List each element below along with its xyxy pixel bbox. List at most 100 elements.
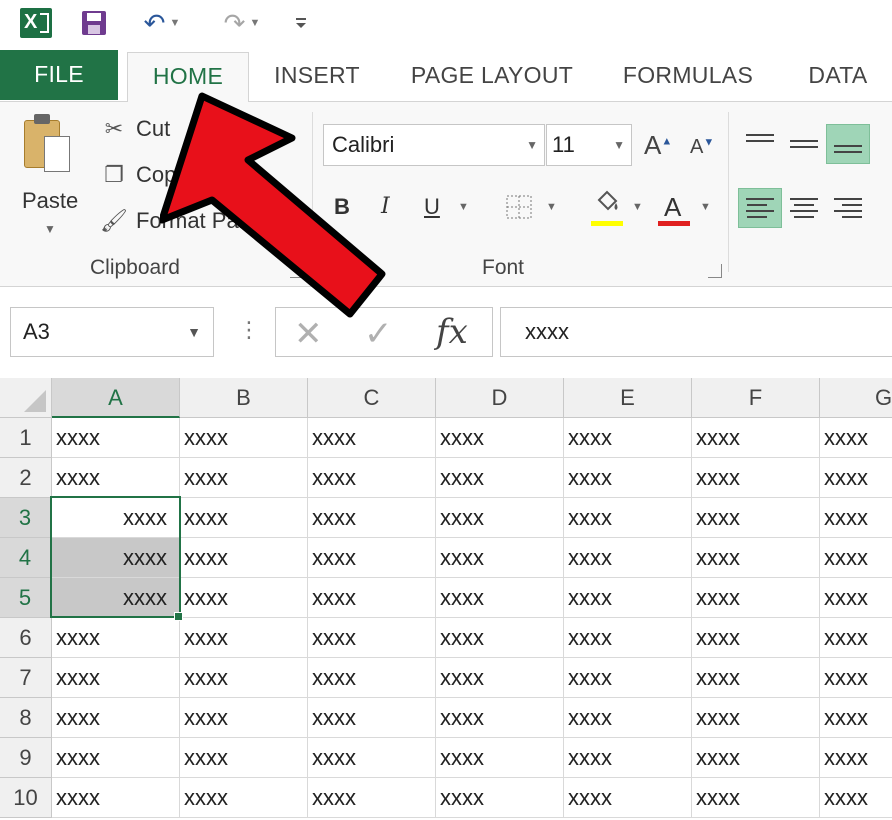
cell-d4[interactable]: xxxx <box>436 538 564 578</box>
cell-d8[interactable]: xxxx <box>436 698 564 738</box>
customize-qat-icon[interactable] <box>290 6 312 40</box>
column-header-g[interactable]: G <box>820 378 892 418</box>
cell-e7[interactable]: xxxx <box>564 658 692 698</box>
cell-c9[interactable]: xxxx <box>308 738 436 778</box>
cell-a10[interactable]: xxxx <box>52 778 180 818</box>
cell-c7[interactable]: xxxx <box>308 658 436 698</box>
cell-g2[interactable]: xxxx <box>820 458 892 498</box>
chevron-down-icon[interactable]: ▼ <box>187 308 201 356</box>
row-header-3[interactable]: 3 <box>0 498 52 538</box>
cell-f1[interactable]: xxxx <box>692 418 820 458</box>
font-name-combobox[interactable]: Calibri ▼ <box>323 124 545 166</box>
cell-c8[interactable]: xxxx <box>308 698 436 738</box>
chevron-down-icon[interactable]: ▼ <box>169 17 180 29</box>
fill-handle[interactable] <box>174 612 183 621</box>
increase-font-size-icon[interactable]: A▲ <box>644 130 672 161</box>
cell-d10[interactable]: xxxx <box>436 778 564 818</box>
cell-e10[interactable]: xxxx <box>564 778 692 818</box>
cell-d3[interactable]: xxxx <box>436 498 564 538</box>
chevron-down-icon[interactable]: ▼ <box>458 190 469 224</box>
cell-c5[interactable]: xxxx <box>308 578 436 618</box>
cell-a5[interactable]: xxxx <box>52 578 180 618</box>
cell-f4[interactable]: xxxx <box>692 538 820 578</box>
row-header-5[interactable]: 5 <box>0 578 52 618</box>
copy-button[interactable]: ❐ Copy <box>98 158 187 192</box>
formula-bar-grip-icon[interactable]: ⋮ <box>238 317 260 343</box>
cell-a8[interactable]: xxxx <box>52 698 180 738</box>
align-top-icon[interactable] <box>738 118 782 158</box>
tab-page-layout[interactable]: PAGE LAYOUT <box>404 52 580 102</box>
cell-f9[interactable]: xxxx <box>692 738 820 778</box>
bold-button[interactable]: B <box>334 190 350 224</box>
cell-b8[interactable]: xxxx <box>180 698 308 738</box>
align-bottom-icon[interactable] <box>826 124 870 164</box>
row-header-8[interactable]: 8 <box>0 698 52 738</box>
cell-g10[interactable]: xxxx <box>820 778 892 818</box>
chevron-down-icon[interactable]: ▼ <box>526 125 538 165</box>
row-header-1[interactable]: 1 <box>0 418 52 458</box>
cell-d2[interactable]: xxxx <box>436 458 564 498</box>
cell-a1[interactable]: xxxx <box>52 418 180 458</box>
row-header-2[interactable]: 2 <box>0 458 52 498</box>
column-header-a[interactable]: A <box>52 378 180 418</box>
cell-f8[interactable]: xxxx <box>692 698 820 738</box>
fill-color-icon[interactable] <box>591 186 623 220</box>
cell-b9[interactable]: xxxx <box>180 738 308 778</box>
save-icon[interactable] <box>78 6 110 40</box>
cell-e2[interactable]: xxxx <box>564 458 692 498</box>
cell-e8[interactable]: xxxx <box>564 698 692 738</box>
cancel-icon[interactable]: ✕ <box>294 314 323 354</box>
decrease-font-size-icon[interactable]: A▼ <box>690 136 714 159</box>
cell-c3[interactable]: xxxx <box>308 498 436 538</box>
cell-f6[interactable]: xxxx <box>692 618 820 658</box>
column-header-c[interactable]: C <box>308 378 436 418</box>
cell-d7[interactable]: xxxx <box>436 658 564 698</box>
cell-a9[interactable]: xxxx <box>52 738 180 778</box>
column-header-f[interactable]: F <box>692 378 820 418</box>
cell-f2[interactable]: xxxx <box>692 458 820 498</box>
column-header-b[interactable]: B <box>180 378 308 418</box>
undo-button[interactable]: ↶ ▼ <box>134 6 190 40</box>
align-center-icon[interactable] <box>782 188 826 228</box>
cell-g7[interactable]: xxxx <box>820 658 892 698</box>
paste-button[interactable]: Paste ▼ <box>14 114 88 244</box>
tab-file[interactable]: FILE <box>0 50 118 100</box>
chevron-down-icon[interactable]: ▼ <box>613 125 625 165</box>
cell-b4[interactable]: xxxx <box>180 538 308 578</box>
cell-a3[interactable]: xxxx <box>52 498 180 538</box>
font-launcher-icon[interactable] <box>708 264 722 278</box>
cell-g6[interactable]: xxxx <box>820 618 892 658</box>
cell-g9[interactable]: xxxx <box>820 738 892 778</box>
align-middle-icon[interactable] <box>782 124 826 164</box>
cell-c2[interactable]: xxxx <box>308 458 436 498</box>
cell-e1[interactable]: xxxx <box>564 418 692 458</box>
chevron-down-icon[interactable]: ▼ <box>632 190 643 224</box>
cell-c10[interactable]: xxxx <box>308 778 436 818</box>
tab-insert[interactable]: INSERT <box>270 52 364 102</box>
row-header-6[interactable]: 6 <box>0 618 52 658</box>
borders-icon[interactable] <box>505 194 533 228</box>
cell-d1[interactable]: xxxx <box>436 418 564 458</box>
column-header-d[interactable]: D <box>436 378 564 418</box>
cell-e9[interactable]: xxxx <box>564 738 692 778</box>
enter-icon[interactable]: ✓ <box>364 314 393 354</box>
tab-data[interactable]: DATA <box>800 52 876 102</box>
underline-button[interactable]: U <box>424 190 440 224</box>
cell-g5[interactable]: xxxx <box>820 578 892 618</box>
cell-c6[interactable]: xxxx <box>308 618 436 658</box>
chevron-down-icon[interactable]: ▼ <box>249 17 260 29</box>
name-box[interactable]: A3 ▼ <box>10 307 214 357</box>
cell-g3[interactable]: xxxx <box>820 498 892 538</box>
cell-c1[interactable]: xxxx <box>308 418 436 458</box>
tab-formulas[interactable]: FORMULAS <box>618 52 758 102</box>
cell-b1[interactable]: xxxx <box>180 418 308 458</box>
cell-d5[interactable]: xxxx <box>436 578 564 618</box>
select-all-button[interactable] <box>0 378 52 418</box>
cell-e3[interactable]: xxxx <box>564 498 692 538</box>
chevron-down-icon[interactable]: ▼ <box>546 190 557 224</box>
cell-a7[interactable]: xxxx <box>52 658 180 698</box>
cell-a4[interactable]: xxxx <box>52 538 180 578</box>
cell-e6[interactable]: xxxx <box>564 618 692 658</box>
cell-b7[interactable]: xxxx <box>180 658 308 698</box>
chevron-down-icon[interactable]: ▼ <box>44 222 56 236</box>
